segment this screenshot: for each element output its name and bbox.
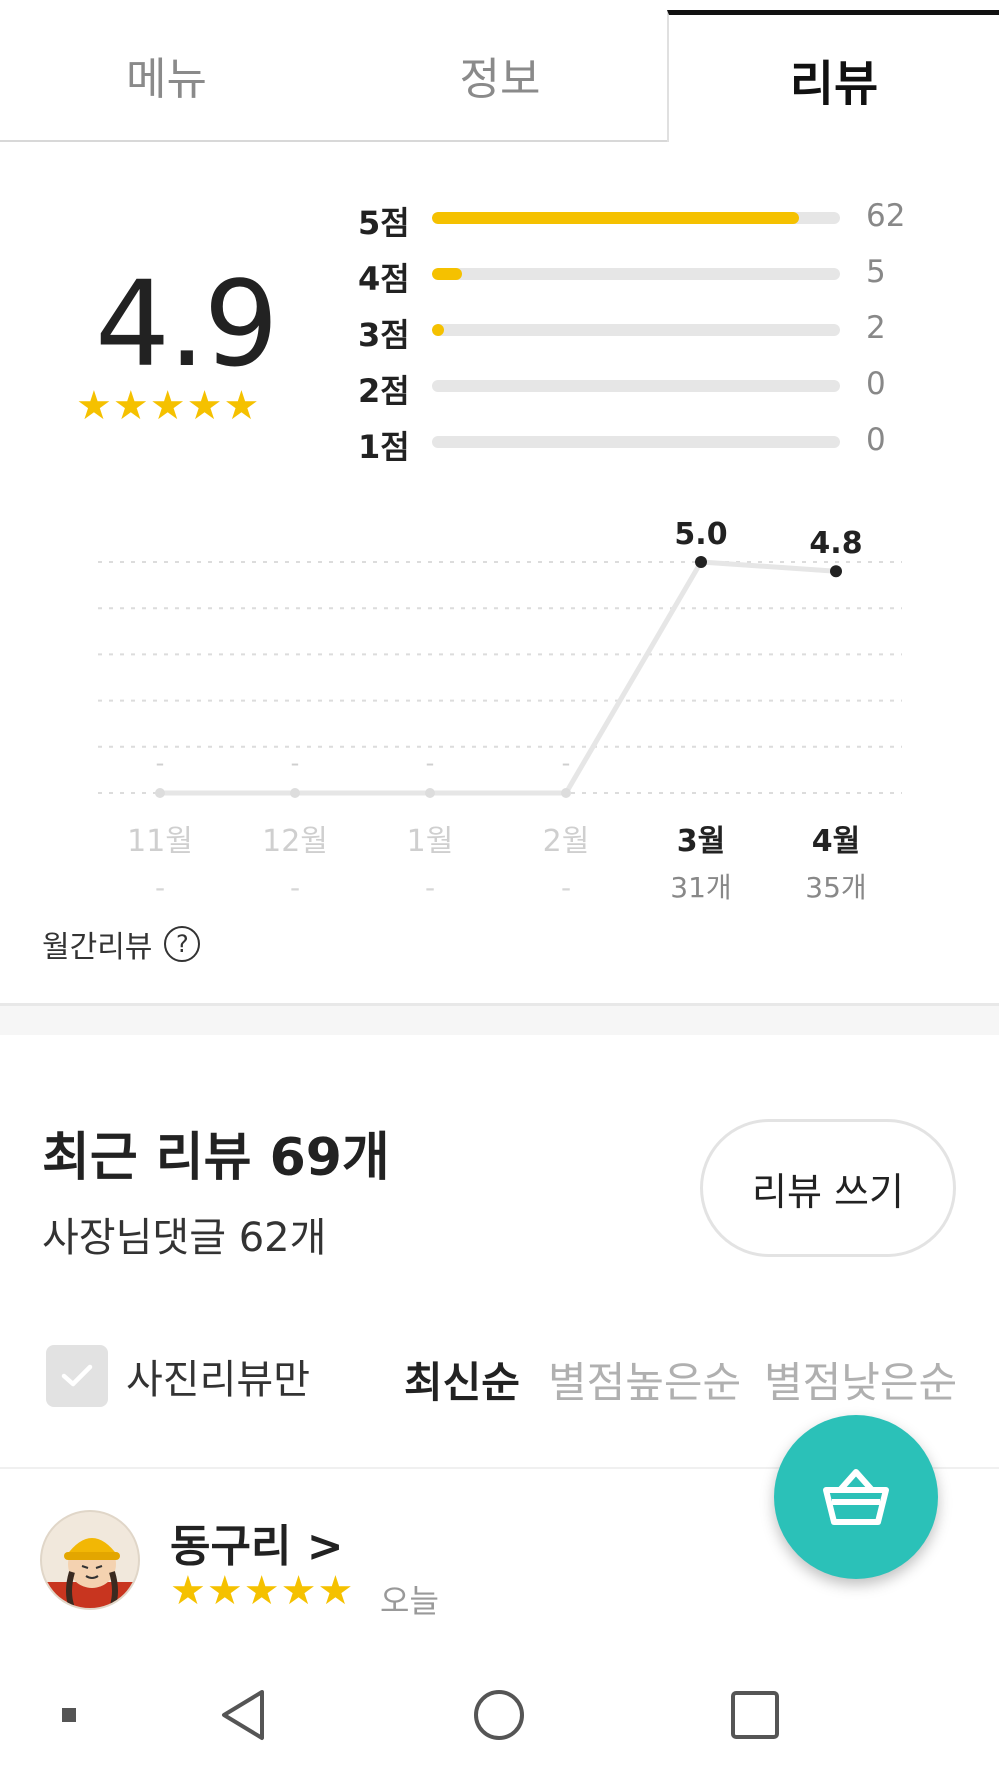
system-nav-bar: [0, 1640, 999, 1786]
point-label: -: [156, 749, 165, 777]
rating-bar-fill: [432, 212, 799, 224]
rating-row-5: 5점 62: [358, 198, 918, 242]
monthly-review-text: 월간리뷰: [42, 930, 153, 965]
month-count-label: -: [425, 871, 435, 904]
sort-latest[interactable]: 최신순: [404, 1349, 520, 1410]
point-label: 4.8: [809, 526, 862, 561]
rating-count: 5: [866, 254, 886, 290]
sort-rating-high[interactable]: 별점높은순: [548, 1349, 741, 1410]
owner-reply-count: 사장님댓글 62개: [42, 1215, 327, 1261]
month-tick-label: 1월: [407, 824, 454, 859]
monthly-review-label[interactable]: 월간리뷰 ?: [42, 922, 201, 966]
point-label: 5.0: [674, 517, 727, 552]
avatar[interactable]: [40, 1510, 140, 1610]
rating-count: 2: [866, 310, 886, 346]
recents-square-icon[interactable]: [720, 1680, 790, 1750]
rating-label: 5점: [358, 204, 410, 242]
data-point: [290, 788, 300, 798]
month-count-label: -: [155, 871, 165, 904]
point-label: -: [562, 749, 571, 777]
recent-reviews-title: 최근 리뷰 69개: [42, 1128, 390, 1188]
rating-count: 0: [866, 366, 886, 402]
monthly-rating-chart: - 11월 - - 12월 - - 1월 - - 2월 - 5.0 3월 31개 4.8 4월 35개: [98, 517, 902, 904]
photo-only-label: 사진리뷰만: [126, 1357, 310, 1403]
sort-rating-low[interactable]: 별점낮은순: [764, 1349, 957, 1410]
home-circle-icon[interactable]: [464, 1680, 534, 1750]
series-line: [160, 559, 837, 796]
section-divider: [0, 1003, 999, 1035]
dot-icon[interactable]: [34, 1680, 104, 1750]
data-point: [695, 556, 707, 568]
rating-row-3: 3점 2: [358, 310, 918, 354]
data-point: [561, 788, 571, 798]
rating-row-4: 4점 5: [358, 254, 918, 298]
rating-bar-track: [432, 212, 840, 224]
tab-menu[interactable]: 메뉴: [0, 10, 333, 142]
rating-bar-fill: [432, 324, 444, 336]
month-tick-label: 12월: [262, 824, 328, 859]
check-icon: [61, 1364, 93, 1387]
rating-bar-track: [432, 436, 840, 448]
average-stars: ★★★★★: [76, 383, 261, 429]
average-score: 4.9: [95, 255, 279, 393]
cart-button[interactable]: [774, 1415, 938, 1579]
back-triangle-icon[interactable]: [208, 1680, 278, 1750]
tab-bar: 메뉴 정보 리뷰: [0, 0, 999, 142]
avatar-illustration: [42, 1538, 138, 1608]
question-circle-icon[interactable]: ?: [164, 926, 201, 962]
data-point: [425, 788, 435, 798]
tab-reviews[interactable]: 리뷰: [667, 10, 999, 142]
month-count-label: 35개: [805, 871, 866, 904]
month-count-label: -: [290, 871, 300, 904]
rating-row-1: 1점 0: [358, 422, 918, 466]
month-tick-label: 11월: [127, 824, 193, 859]
data-point: [830, 565, 842, 578]
review-date: 오늘: [380, 1582, 439, 1620]
review-stars: ★★★★★: [170, 1568, 355, 1614]
photo-only-filter[interactable]: 사진리뷰만: [46, 1345, 310, 1407]
point-label: -: [291, 749, 300, 777]
rating-bar-fill: [432, 268, 462, 280]
rating-bar-track: [432, 324, 840, 336]
month-tick-label: 3월: [677, 824, 725, 859]
rating-label: 1점: [358, 428, 410, 466]
reviewer-name[interactable]: 동구리 >: [170, 1510, 344, 1574]
month-tick-label: 4월: [812, 824, 860, 859]
rating-bar-track: [432, 268, 840, 280]
write-review-button[interactable]: 리뷰 쓰기: [700, 1119, 956, 1257]
point-label: -: [426, 749, 435, 777]
photo-only-checkbox[interactable]: [46, 1345, 108, 1407]
basket-icon: [823, 1469, 889, 1525]
month-tick-label: 2월: [543, 824, 590, 859]
rating-bar-track: [432, 380, 840, 392]
rating-label: 4점: [358, 260, 410, 298]
rating-label: 3점: [358, 316, 410, 354]
month-count-label: -: [561, 871, 571, 904]
tab-info[interactable]: 정보: [333, 10, 667, 142]
month-count-label: 31개: [670, 871, 731, 904]
data-point: [155, 788, 165, 798]
rating-count: 0: [866, 422, 886, 458]
rating-label: 2점: [358, 372, 410, 410]
rating-count: 62: [866, 198, 906, 234]
rating-row-2: 2점 0: [358, 366, 918, 410]
